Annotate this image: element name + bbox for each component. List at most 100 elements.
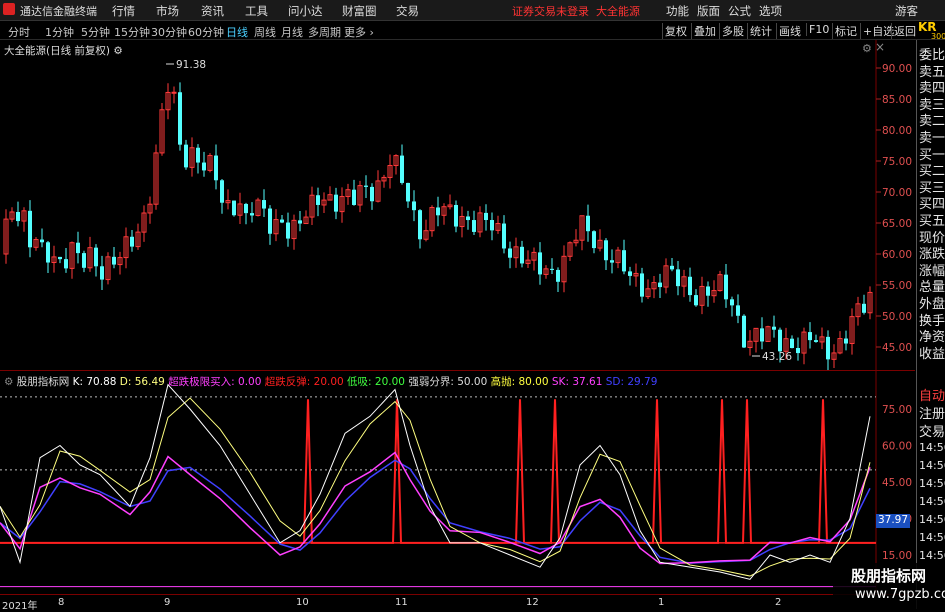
candle-body [622, 250, 626, 272]
login-notice[interactable]: 证券交易未登录 大全能源 [512, 3, 640, 19]
date-month-11: 11 [395, 597, 408, 608]
period-60min[interactable]: 60分钟 [188, 24, 224, 40]
candle-body [316, 195, 320, 205]
date-month-2: 2 [775, 597, 782, 608]
candle-body [202, 162, 206, 171]
candle-body [592, 231, 596, 249]
side-time-4: 14:56 [919, 513, 945, 526]
candle-body [472, 220, 476, 232]
watermark: 股朋指标网 www.7gpzb.com [833, 563, 945, 609]
tool-multi-stock[interactable]: 多股 [719, 23, 746, 39]
candle-body [286, 222, 290, 239]
candle-body [556, 269, 560, 282]
period-bar: 分时 1分钟 5分钟 15分钟 30分钟 60分钟 日线 周线 月线 多周期 更… [0, 21, 945, 40]
candle-body [40, 239, 44, 243]
k-line [0, 383, 871, 580]
menu-layout[interactable]: 版面 [697, 3, 720, 19]
tool-overlay[interactable]: 叠加 [691, 23, 718, 39]
period-daily[interactable]: 日线 [226, 24, 248, 40]
period-multi[interactable]: 多周期 [308, 24, 341, 40]
candle-body [130, 236, 134, 247]
date-month-12: 12 [526, 597, 539, 608]
menu-tools[interactable]: 工具 [245, 3, 268, 19]
candle-body [862, 303, 866, 313]
candle-body [610, 260, 614, 263]
candle-body [58, 256, 62, 260]
candle-body [640, 273, 644, 297]
candle-body [280, 219, 284, 223]
date-year: 2021年 [2, 601, 38, 612]
high-price-label: 91.38 [176, 59, 206, 71]
period-30min[interactable]: 30分钟 [151, 24, 187, 40]
menu-wealth[interactable]: 财富圈 [342, 3, 377, 19]
side-auto[interactable]: 自动 [919, 385, 945, 404]
candle-body [244, 203, 248, 214]
candle-body [178, 92, 182, 145]
candle-body [736, 305, 740, 316]
indicator-axis-label: 15.00 [882, 550, 912, 562]
menu-guest[interactable]: 游客 [895, 3, 918, 19]
period-intraday[interactable]: 分时 [8, 24, 30, 40]
candle-body [46, 242, 50, 263]
tool-mark[interactable]: 标记 [832, 23, 859, 39]
indicator-axis-label: 60.00 [882, 441, 912, 453]
candle-body [658, 282, 662, 288]
candle-body [406, 182, 410, 202]
candle-body [466, 216, 470, 221]
tool-f10[interactable]: F10 [806, 23, 831, 36]
candle-body [826, 336, 830, 360]
period-more[interactable]: 更多 › [344, 24, 374, 40]
date-month-9: 9 [164, 597, 171, 608]
side-time-5: 14:56 [919, 531, 945, 544]
quote-side-panel: KR 300 委比 卖五 卖四 卖三 卖二 卖一 买一 买二 买三 买四 买五 现价 涨跌 涨幅 总量 外盘换… [916, 20, 945, 609]
candle-body [538, 252, 542, 275]
side-symbol-sub: 300 [931, 32, 945, 41]
candle-body [262, 200, 266, 209]
candle-body [250, 213, 254, 216]
candle-body [196, 147, 200, 163]
menu-formula[interactable]: 公式 [728, 3, 751, 19]
side-time-1: 14:56 [919, 459, 945, 472]
date-month-1: 1 [658, 597, 665, 608]
notice-stock: 大全能源 [596, 5, 640, 18]
side-register[interactable]: 注册 [919, 403, 945, 422]
period-15min[interactable]: 15分钟 [114, 24, 150, 40]
candlestick-chart[interactable]: 大全能源(日线 前复权) ⚙ ⚙ × 90.00 85.00 80.00 75.00 7… [0, 40, 915, 370]
menu-news[interactable]: 资讯 [201, 3, 224, 19]
candle-body [214, 155, 218, 181]
candle-body [94, 247, 98, 267]
period-weekly[interactable]: 周线 [254, 24, 276, 40]
tool-draw[interactable]: 画线 [776, 23, 803, 39]
candle-body [112, 256, 116, 265]
menu-function[interactable]: 功能 [666, 3, 689, 19]
side-field-18: 收益 [919, 346, 945, 362]
menu-market[interactable]: 市场 [156, 3, 179, 19]
sk-line [0, 451, 871, 565]
d-line [0, 397, 871, 577]
side-time-3: 14:56 [919, 495, 945, 508]
tool-back[interactable]: 返回 [891, 23, 918, 39]
indicator-chart[interactable]: ⚙ 股朋指标网 K: 70.88 D: 56.49 超跌极限买入: 0.00 超… [0, 371, 915, 593]
candle-body [298, 220, 302, 224]
candle-body [814, 340, 818, 342]
candle-body [586, 215, 590, 232]
indicator-svg: 75.0060.0045.0030.0015.00 [0, 371, 912, 593]
tool-adjust[interactable]: 复权 [662, 23, 689, 39]
period-5min[interactable]: 5分钟 [81, 24, 110, 40]
current-value-badge: 37.97 [876, 514, 910, 528]
menu-options[interactable]: 选项 [759, 3, 782, 19]
date-month-8: 8 [58, 597, 65, 608]
side-trade[interactable]: 交易 [919, 421, 945, 440]
tool-stats[interactable]: 统计 [747, 23, 774, 39]
indicator-axis-label: 75.00 [882, 404, 912, 416]
menu-quotes[interactable]: 行情 [112, 3, 135, 19]
candle-body [772, 326, 776, 330]
menu-trade[interactable]: 交易 [396, 3, 419, 19]
period-monthly[interactable]: 月线 [281, 24, 303, 40]
candle-body [364, 185, 368, 187]
menu-ask[interactable]: 问小达 [288, 3, 323, 19]
candle-body [334, 194, 338, 212]
candle-body [412, 201, 416, 211]
price-axis-label: 90.00 [882, 63, 912, 75]
period-1min[interactable]: 1分钟 [45, 24, 74, 40]
